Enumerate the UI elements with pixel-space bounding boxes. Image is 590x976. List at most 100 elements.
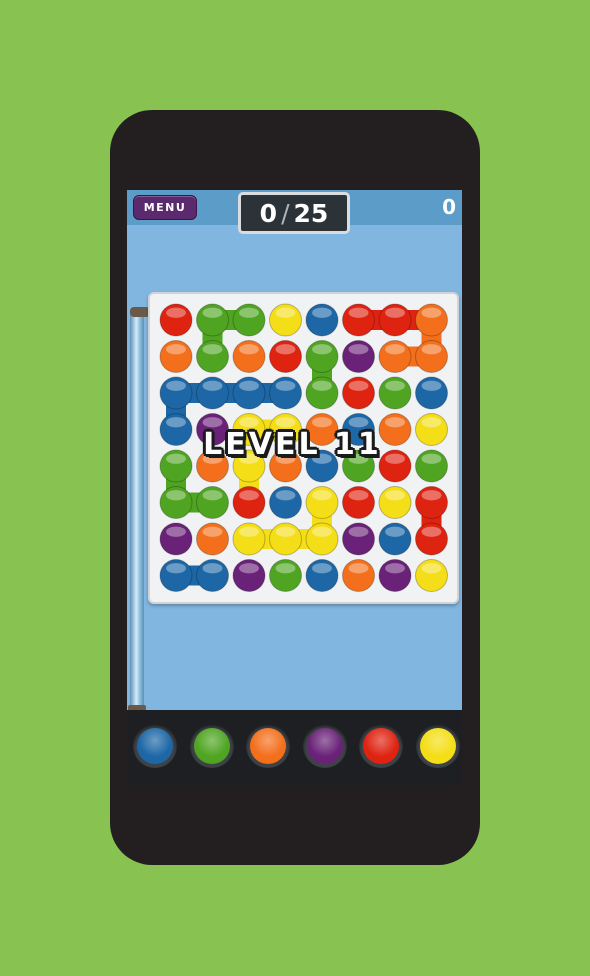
yellow-dot-shine: [239, 526, 259, 537]
green-dot[interactable]: [269, 559, 302, 592]
yellow-dot[interactable]: [305, 522, 339, 556]
yellow-dot[interactable]: [232, 522, 266, 556]
yellow-dot[interactable]: [305, 486, 339, 519]
yellow-dot[interactable]: [269, 522, 302, 556]
blue-dot-shine: [348, 417, 369, 428]
green-dot[interactable]: [159, 449, 193, 483]
blue-dot[interactable]: [159, 559, 193, 592]
blue-dot-shine: [202, 563, 223, 574]
green-dot[interactable]: [196, 303, 229, 337]
green-dot[interactable]: [415, 449, 448, 483]
moves-counter: 0 / 25: [238, 192, 350, 234]
red-dot-shine: [385, 307, 405, 318]
blue-dot[interactable]: [305, 559, 339, 592]
palette-green-button[interactable]: [189, 724, 234, 768]
orange-dot-shine: [348, 563, 369, 574]
yellow-dot-shine: [275, 526, 296, 537]
green-dot[interactable]: [196, 486, 229, 519]
green-dot[interactable]: [196, 340, 229, 373]
green-swatch: [193, 728, 230, 764]
orange-dot-shine: [421, 307, 442, 318]
red-dot[interactable]: [342, 486, 375, 519]
orange-dot[interactable]: [378, 340, 412, 373]
purple-dot[interactable]: [159, 522, 193, 556]
purple-dot[interactable]: [342, 340, 375, 373]
purple-dot[interactable]: [378, 559, 412, 592]
red-dot[interactable]: [415, 486, 448, 519]
purple-dot-shine: [202, 417, 223, 428]
orange-dot-shine: [239, 344, 259, 355]
purple-dot[interactable]: [342, 522, 375, 556]
blue-dot[interactable]: [378, 522, 412, 556]
palette-blue-button[interactable]: [133, 724, 177, 768]
orange-dot[interactable]: [159, 340, 193, 373]
purple-dot[interactable]: [232, 559, 266, 592]
yellow-dot-shine: [312, 526, 332, 537]
yellow-dot-shine: [421, 563, 442, 574]
red-dot-shine: [348, 380, 369, 391]
blue-dot[interactable]: [415, 376, 448, 410]
yellow-dot-shine: [421, 417, 442, 428]
red-dot-shine: [385, 453, 405, 464]
blue-dot[interactable]: [232, 376, 266, 410]
red-dot-shine: [275, 344, 296, 355]
green-dot[interactable]: [232, 303, 266, 337]
red-dot[interactable]: [232, 486, 266, 519]
orange-dot-shine: [166, 344, 186, 355]
blue-dot-shine: [239, 380, 259, 391]
blue-dot-shine: [166, 417, 186, 428]
orange-dot[interactable]: [232, 340, 266, 373]
orange-dot-shine: [202, 526, 223, 537]
red-dot[interactable]: [159, 303, 193, 337]
green-dot[interactable]: [378, 376, 412, 410]
moves-separator: /: [281, 198, 290, 228]
yellow-dot[interactable]: [378, 486, 412, 519]
yellow-dot-shine: [275, 307, 296, 318]
orange-dot[interactable]: [415, 303, 448, 337]
green-dot-shine: [385, 380, 405, 391]
green-dot-shine: [312, 344, 332, 355]
pipe-elbow: [130, 307, 150, 317]
palette-yellow-button[interactable]: [415, 724, 460, 768]
palette-red-button[interactable]: [359, 724, 403, 768]
orange-dot-shine: [312, 417, 332, 428]
green-dot-shine: [166, 453, 186, 464]
menu-button[interactable]: MENU: [133, 195, 197, 220]
purple-swatch: [306, 728, 343, 764]
yellow-dot[interactable]: [415, 559, 448, 592]
orange-dot[interactable]: [196, 522, 229, 556]
red-dot[interactable]: [342, 376, 375, 410]
blue-dot[interactable]: [159, 376, 193, 410]
green-dot[interactable]: [305, 376, 339, 410]
blue-dot-shine: [275, 490, 296, 501]
orange-dot-shine: [385, 344, 405, 355]
red-dot[interactable]: [269, 340, 302, 373]
color-palette: [127, 710, 462, 785]
red-dot[interactable]: [342, 303, 375, 337]
blue-dot[interactable]: [269, 486, 302, 519]
blue-dot[interactable]: [305, 303, 339, 337]
blue-dot-shine: [202, 380, 223, 391]
level-banner: LEVEL 11: [203, 427, 382, 462]
blue-dot-shine: [312, 563, 332, 574]
yellow-dot[interactable]: [415, 413, 448, 446]
green-dot-shine: [166, 490, 186, 501]
blue-dot[interactable]: [196, 376, 229, 410]
red-dot-shine: [348, 307, 369, 318]
red-dot-shine: [421, 526, 442, 537]
green-dot[interactable]: [159, 486, 193, 519]
red-dot-shine: [421, 490, 442, 501]
red-dot[interactable]: [378, 303, 412, 337]
red-dot[interactable]: [415, 522, 448, 556]
blue-dot[interactable]: [269, 376, 302, 410]
blue-dot-shine: [166, 563, 186, 574]
blue-dot[interactable]: [196, 559, 229, 592]
green-dot-shine: [202, 490, 223, 501]
yellow-dot[interactable]: [269, 303, 302, 337]
blue-dot[interactable]: [159, 413, 193, 446]
palette-purple-button[interactable]: [302, 724, 347, 768]
orange-dot[interactable]: [415, 340, 448, 373]
orange-dot[interactable]: [342, 559, 375, 592]
green-dot[interactable]: [305, 340, 339, 373]
palette-orange-button[interactable]: [246, 724, 290, 768]
